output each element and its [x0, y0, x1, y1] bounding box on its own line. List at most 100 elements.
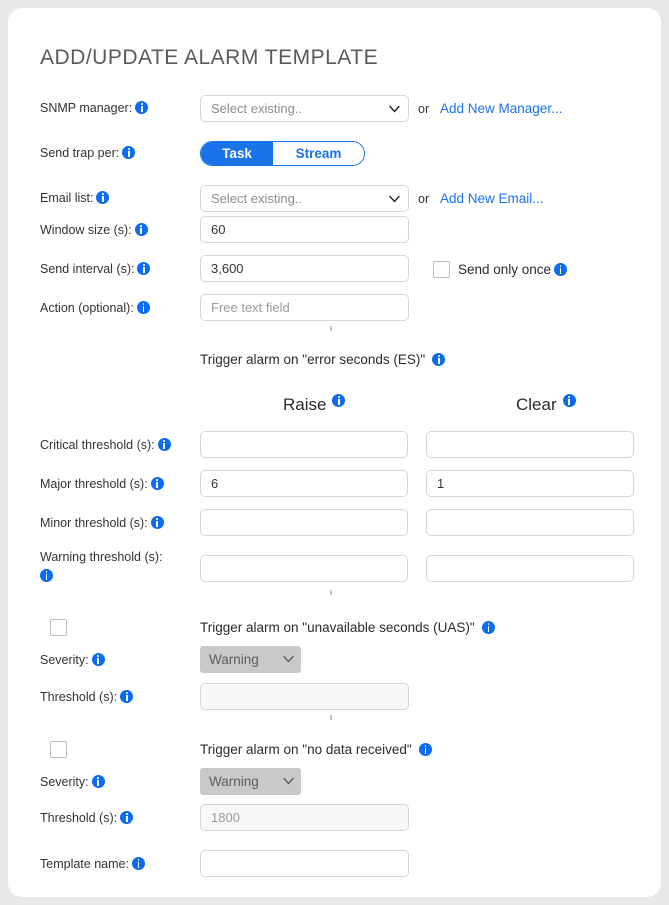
- send-trap-per-label-text: Send trap per:: [40, 146, 119, 160]
- uas-severity-value: Warning: [209, 652, 259, 667]
- critical-threshold-clear-input[interactable]: [426, 431, 634, 458]
- info-icon[interactable]: [135, 223, 148, 236]
- minor-threshold-label: Minor threshold (s):: [40, 516, 183, 531]
- critical-threshold-label-text: Critical threshold (s):: [40, 438, 155, 452]
- resize-tick: [330, 715, 332, 720]
- email-list-select[interactable]: Select existing..: [200, 185, 409, 212]
- info-icon[interactable]: [332, 394, 345, 407]
- warning-threshold-label: Warning threshold (s):: [40, 550, 175, 582]
- uas-threshold-label-text: Threshold (s):: [40, 690, 117, 704]
- nodata-section-heading: Trigger alarm on "no data received": [200, 742, 432, 757]
- toggle-option-stream[interactable]: Stream: [273, 142, 364, 165]
- info-icon[interactable]: [137, 301, 150, 314]
- send-only-once-label: Send only once: [458, 262, 567, 277]
- warning-threshold-clear-input[interactable]: [426, 555, 634, 582]
- critical-threshold-raise-input[interactable]: [200, 431, 408, 458]
- add-new-email-link[interactable]: Add New Email...: [440, 191, 544, 206]
- snmp-manager-label-text: SNMP manager:: [40, 101, 132, 115]
- info-icon[interactable]: [554, 263, 567, 276]
- uas-severity-label: Severity:: [40, 653, 183, 668]
- resize-tick: [330, 590, 332, 595]
- info-icon[interactable]: [419, 743, 432, 756]
- send-trap-per-toggle[interactable]: Task Stream: [200, 141, 365, 166]
- info-icon[interactable]: [132, 857, 145, 870]
- raise-column-header: Raise: [283, 394, 345, 415]
- page-title: ADD/UPDATE ALARM TEMPLATE: [40, 46, 378, 70]
- major-threshold-raise-input[interactable]: [200, 470, 408, 497]
- action-input[interactable]: [200, 294, 409, 321]
- send-only-once-label-text: Send only once: [458, 262, 551, 277]
- major-threshold-clear-input[interactable]: [426, 470, 634, 497]
- es-section-heading: Trigger alarm on "error seconds (ES)": [200, 352, 445, 367]
- chevron-down-icon: [389, 105, 398, 114]
- info-icon[interactable]: [120, 811, 133, 824]
- uas-threshold-label: Threshold (s):: [40, 690, 183, 705]
- info-icon[interactable]: [151, 516, 164, 529]
- clear-column-label: Clear: [516, 395, 557, 414]
- toggle-option-task[interactable]: Task: [201, 142, 273, 165]
- send-interval-input[interactable]: [200, 255, 409, 282]
- window-size-label: Window size (s):: [40, 223, 183, 238]
- info-icon[interactable]: [432, 353, 445, 366]
- major-threshold-label: Major threshold (s):: [40, 477, 183, 492]
- major-threshold-label-text: Major threshold (s):: [40, 477, 148, 491]
- snmp-manager-select-value: Select existing..: [211, 101, 302, 116]
- send-interval-label-text: Send interval (s):: [40, 262, 134, 276]
- snmp-manager-select[interactable]: Select existing..: [200, 95, 409, 122]
- email-list-or-text: or: [418, 192, 429, 206]
- warning-threshold-raise-input[interactable]: [200, 555, 408, 582]
- critical-threshold-label: Critical threshold (s):: [40, 438, 183, 453]
- minor-threshold-clear-input[interactable]: [426, 509, 634, 536]
- action-label-text: Action (optional):: [40, 301, 134, 315]
- add-new-manager-link[interactable]: Add New Manager...: [440, 101, 562, 116]
- nodata-threshold-input[interactable]: [200, 804, 409, 831]
- uas-section-heading: Trigger alarm on "unavailable seconds (U…: [200, 620, 495, 635]
- uas-severity-select[interactable]: Warning: [200, 646, 301, 673]
- chevron-down-icon: [283, 777, 292, 786]
- window-size-input[interactable]: [200, 216, 409, 243]
- info-icon[interactable]: [92, 653, 105, 666]
- alarm-template-card: ADD/UPDATE ALARM TEMPLATE SNMP manager: …: [8, 8, 661, 897]
- uas-threshold-input[interactable]: [200, 683, 409, 710]
- uas-enable-checkbox[interactable]: [50, 619, 67, 636]
- info-icon[interactable]: [482, 621, 495, 634]
- action-label: Action (optional):: [40, 301, 183, 316]
- info-icon[interactable]: [96, 191, 109, 204]
- template-name-input[interactable]: [200, 850, 409, 877]
- info-icon[interactable]: [92, 775, 105, 788]
- nodata-section-heading-text: Trigger alarm on "no data received": [200, 742, 412, 757]
- send-interval-label: Send interval (s):: [40, 262, 183, 277]
- template-name-label-text: Template name:: [40, 857, 129, 871]
- info-icon[interactable]: [137, 262, 150, 275]
- nodata-enable-checkbox[interactable]: [50, 741, 67, 758]
- info-icon[interactable]: [122, 146, 135, 159]
- info-icon[interactable]: [151, 477, 164, 490]
- uas-severity-label-text: Severity:: [40, 653, 89, 667]
- info-icon[interactable]: [135, 101, 148, 114]
- chevron-down-icon: [389, 195, 398, 204]
- uas-section-heading-text: Trigger alarm on "unavailable seconds (U…: [200, 620, 475, 635]
- snmp-manager-label: SNMP manager:: [40, 101, 183, 116]
- info-icon[interactable]: [563, 394, 576, 407]
- nodata-severity-value: Warning: [209, 774, 259, 789]
- es-section-heading-text: Trigger alarm on "error seconds (ES)": [200, 352, 425, 367]
- send-only-once-checkbox[interactable]: [433, 261, 450, 278]
- clear-column-header: Clear: [516, 394, 576, 415]
- nodata-threshold-label-text: Threshold (s):: [40, 811, 117, 825]
- email-list-label: Email list:: [40, 191, 183, 206]
- minor-threshold-raise-input[interactable]: [200, 509, 408, 536]
- nodata-severity-label: Severity:: [40, 775, 183, 790]
- warning-threshold-label-text: Warning threshold (s):: [40, 550, 163, 564]
- template-name-label: Template name:: [40, 857, 183, 872]
- chevron-down-icon: [283, 655, 292, 664]
- info-icon[interactable]: [40, 569, 53, 582]
- nodata-severity-select[interactable]: Warning: [200, 768, 301, 795]
- minor-threshold-label-text: Minor threshold (s):: [40, 516, 148, 530]
- send-trap-per-label: Send trap per:: [40, 146, 183, 161]
- info-icon[interactable]: [120, 690, 133, 703]
- nodata-severity-label-text: Severity:: [40, 775, 89, 789]
- info-icon[interactable]: [158, 438, 171, 451]
- email-list-select-value: Select existing..: [211, 191, 302, 206]
- email-list-label-text: Email list:: [40, 191, 93, 205]
- nodata-threshold-label: Threshold (s):: [40, 811, 183, 826]
